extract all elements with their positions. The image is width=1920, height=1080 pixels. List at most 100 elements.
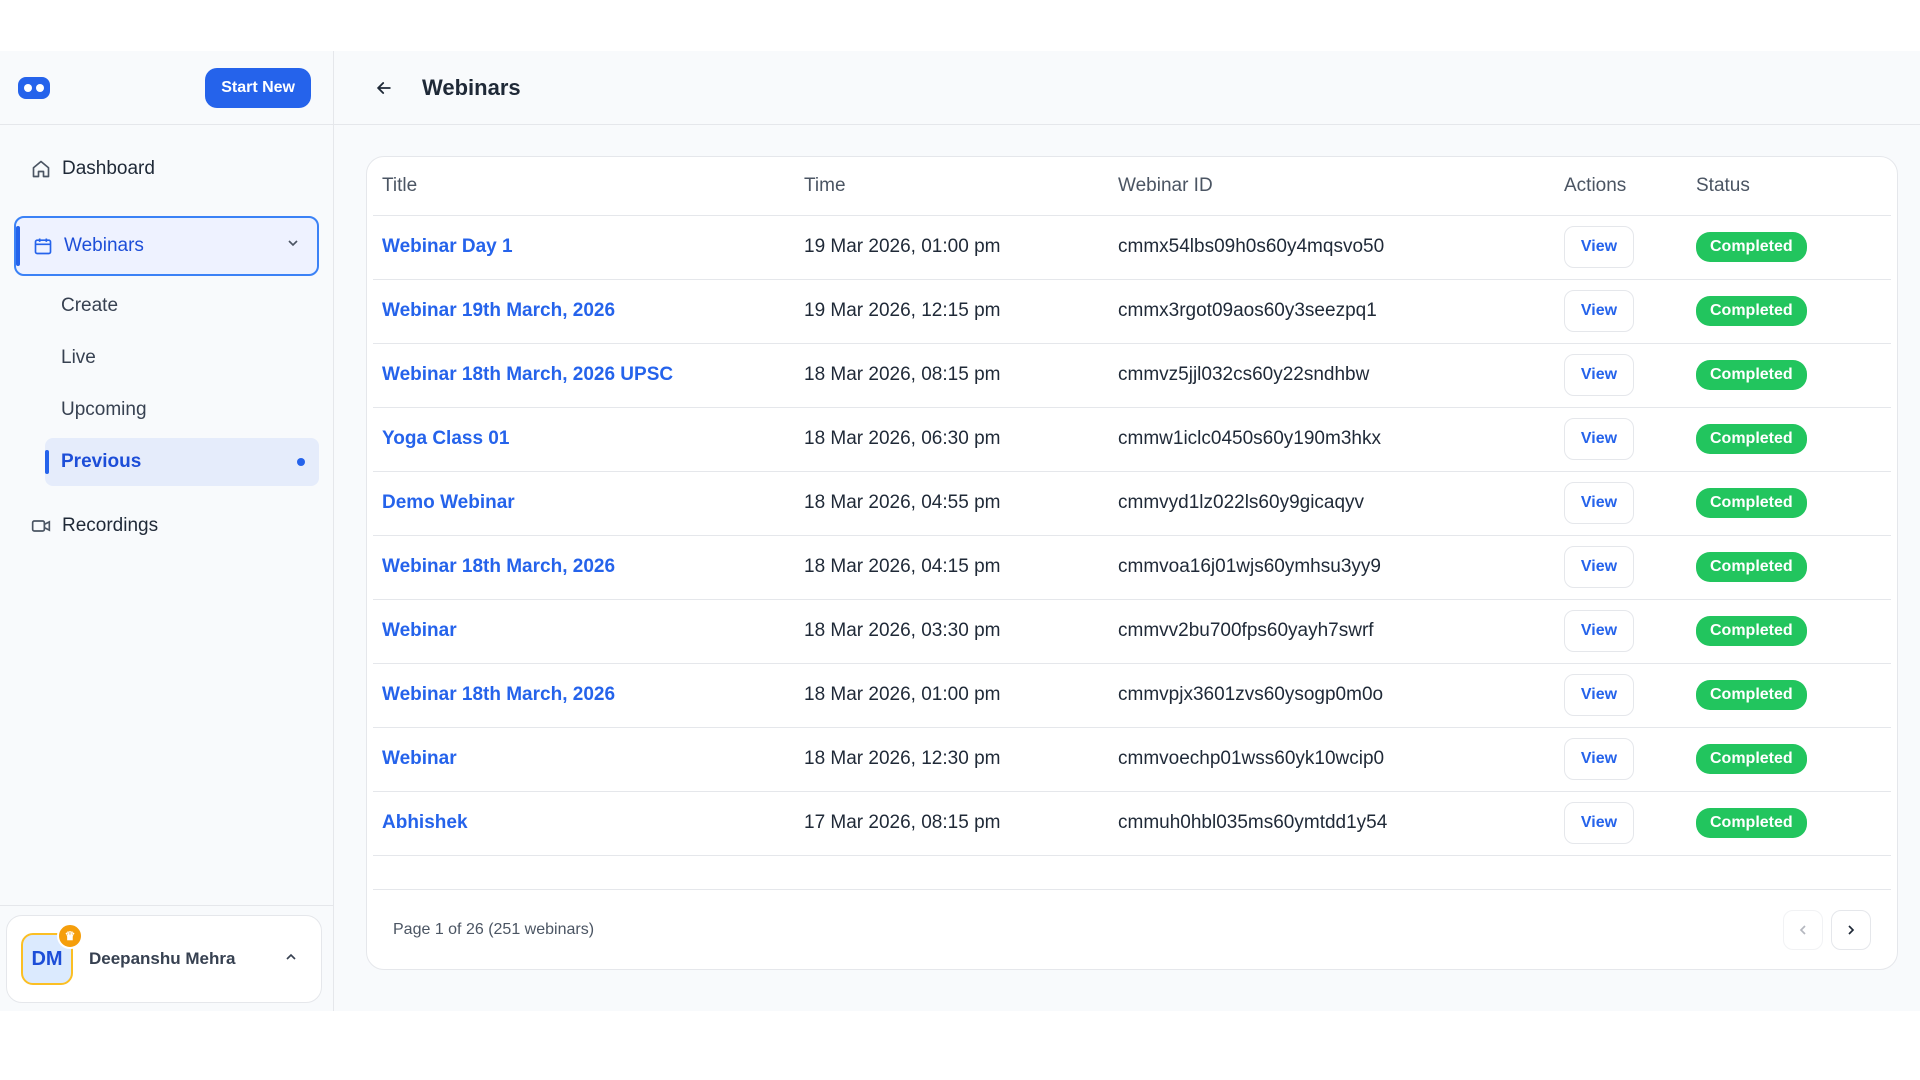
status-badge: Completed bbox=[1696, 232, 1807, 262]
view-button[interactable]: View bbox=[1564, 226, 1634, 268]
view-button[interactable]: View bbox=[1564, 738, 1634, 780]
table-row: Yoga Class 01 18 Mar 2026, 06:30 pm cmmw1i… bbox=[373, 407, 1891, 472]
row-status-cell: Completed bbox=[1696, 215, 1891, 280]
arrow-left-icon[interactable] bbox=[372, 76, 396, 100]
column-header-title[interactable]: Title bbox=[373, 157, 804, 216]
row-status-cell: Completed bbox=[1696, 791, 1891, 856]
status-badge: Completed bbox=[1696, 488, 1807, 518]
submenu-item-create[interactable]: Create bbox=[45, 280, 319, 332]
row-title-cell: Demo Webinar bbox=[373, 471, 804, 536]
row-title-cell: Abhishek bbox=[373, 791, 804, 856]
row-actions-cell: View bbox=[1564, 343, 1696, 408]
prev-page-button[interactable] bbox=[1783, 909, 1823, 950]
row-time-cell: 19 Mar 2026, 01:00 pm bbox=[804, 215, 1118, 280]
row-title-cell: Webinar 18th March, 2026 bbox=[373, 535, 804, 600]
calendar-icon bbox=[32, 235, 54, 257]
view-button[interactable]: View bbox=[1564, 546, 1634, 588]
app-window: Start New Dashboard Webinars Create Live… bbox=[0, 51, 1920, 1011]
user-name: Deepanshu Mehra bbox=[89, 949, 236, 968]
column-header-actions: Actions bbox=[1564, 157, 1696, 216]
row-webinar-id-cell: cmmvyd1lz022ls60y9gicaqyv bbox=[1118, 471, 1564, 536]
start-new-button[interactable]: Start New bbox=[205, 67, 311, 108]
divider bbox=[0, 905, 333, 906]
row-time-cell: 18 Mar 2026, 03:30 pm bbox=[804, 599, 1118, 664]
webinar-title-link[interactable]: Demo Webinar bbox=[382, 492, 515, 513]
webinar-title-link[interactable]: Webinar 18th March, 2026 bbox=[382, 684, 615, 705]
table-row: Webinar 18th March, 2026 18 Mar 2026, 01:… bbox=[373, 663, 1891, 728]
view-button[interactable]: View bbox=[1564, 610, 1634, 652]
table-row: Webinar 18th March, 2026 18 Mar 2026, 04:… bbox=[373, 535, 1891, 600]
active-indicator-dot bbox=[297, 458, 305, 466]
row-time-cell: 18 Mar 2026, 12:30 pm bbox=[804, 727, 1118, 792]
row-webinar-id-cell: cmmw1iclc0450s60y190m3hkx bbox=[1118, 407, 1564, 472]
sidebar-item-recordings[interactable]: Recordings bbox=[14, 502, 319, 550]
view-button[interactable]: View bbox=[1564, 482, 1634, 524]
table-footer: Page 1 of 26 (251 webinars) bbox=[373, 889, 1891, 969]
row-actions-cell: View bbox=[1564, 599, 1696, 664]
webinar-title-link[interactable]: Yoga Class 01 bbox=[382, 428, 509, 449]
row-time-cell: 18 Mar 2026, 01:00 pm bbox=[804, 663, 1118, 728]
sidebar-item-label: Recordings bbox=[62, 515, 159, 536]
webinar-title-link[interactable]: Abhishek bbox=[382, 812, 468, 833]
webinar-title-link[interactable]: Webinar bbox=[382, 748, 457, 769]
status-badge: Completed bbox=[1696, 680, 1807, 710]
table-row: Webinar 19th March, 2026 19 Mar 2026, 12:… bbox=[373, 279, 1891, 344]
user-profile-card[interactable]: DM ♛ Deepanshu Mehra bbox=[6, 915, 322, 1003]
webinar-title-link[interactable]: Webinar bbox=[382, 620, 457, 641]
webinar-title-link[interactable]: Webinar Day 1 bbox=[382, 236, 513, 257]
row-actions-cell: View bbox=[1564, 727, 1696, 792]
webinar-title-link[interactable]: Webinar 18th March, 2026 bbox=[382, 556, 615, 577]
row-webinar-id-cell: cmmvz5jjl032cs60y22sndhbw bbox=[1118, 343, 1564, 408]
next-page-button[interactable] bbox=[1831, 909, 1871, 950]
logo-icon[interactable] bbox=[18, 76, 50, 99]
row-time-cell: 18 Mar 2026, 08:15 pm bbox=[804, 343, 1118, 408]
webinars-table: Title Time Webinar ID Actions Status Web… bbox=[373, 157, 1891, 856]
main-content: Webinars Title Time Webinar ID Actions S… bbox=[334, 51, 1920, 1011]
webinar-title-link[interactable]: Webinar 19th March, 2026 bbox=[382, 300, 615, 321]
row-time-cell: 18 Mar 2026, 04:55 pm bbox=[804, 471, 1118, 536]
row-time-cell: 19 Mar 2026, 12:15 pm bbox=[804, 279, 1118, 344]
table-row: Webinar 18 Mar 2026, 03:30 pm cmmvv2bu700f… bbox=[373, 599, 1891, 664]
row-webinar-id-cell: cmmvoechp01wss60yk10wcip0 bbox=[1118, 727, 1564, 792]
sidebar-nav: Dashboard Webinars Create Live Upcoming … bbox=[0, 125, 333, 550]
sidebar-header: Start New bbox=[0, 51, 333, 125]
page-header: Webinars bbox=[334, 51, 1920, 125]
row-time-cell: 18 Mar 2026, 06:30 pm bbox=[804, 407, 1118, 472]
sidebar-item-webinars[interactable]: Webinars bbox=[14, 216, 319, 276]
submenu-item-previous[interactable]: Previous bbox=[45, 438, 319, 486]
column-header-status[interactable]: Status bbox=[1696, 157, 1891, 216]
view-button[interactable]: View bbox=[1564, 674, 1634, 716]
status-badge: Completed bbox=[1696, 552, 1807, 582]
sidebar-item-label: Dashboard bbox=[62, 158, 155, 179]
row-webinar-id-cell: cmmuh0hbl035ms60ymtdd1y54 bbox=[1118, 791, 1564, 856]
row-actions-cell: View bbox=[1564, 407, 1696, 472]
status-badge: Completed bbox=[1696, 296, 1807, 326]
table-header-row: Title Time Webinar ID Actions Status bbox=[373, 157, 1891, 216]
view-button[interactable]: View bbox=[1564, 802, 1634, 844]
row-status-cell: Completed bbox=[1696, 599, 1891, 664]
view-button[interactable]: View bbox=[1564, 290, 1634, 332]
video-icon bbox=[30, 515, 52, 537]
row-title-cell: Webinar 19th March, 2026 bbox=[373, 279, 804, 344]
sidebar: Start New Dashboard Webinars Create Live… bbox=[0, 51, 334, 1011]
row-webinar-id-cell: cmmvv2bu700fps60yayh7swrf bbox=[1118, 599, 1564, 664]
chevron-right-icon bbox=[1848, 924, 1855, 935]
chevron-up-icon[interactable] bbox=[283, 949, 299, 970]
row-status-cell: Completed bbox=[1696, 471, 1891, 536]
column-header-time[interactable]: Time bbox=[804, 157, 1118, 216]
chevron-down-icon[interactable] bbox=[285, 235, 301, 257]
submenu-item-upcoming[interactable]: Upcoming bbox=[45, 384, 319, 436]
page-title: Webinars bbox=[422, 74, 521, 100]
row-actions-cell: View bbox=[1564, 215, 1696, 280]
webinar-title-link[interactable]: Webinar 18th March, 2026 UPSC bbox=[382, 364, 673, 385]
submenu-item-live[interactable]: Live bbox=[45, 332, 319, 384]
column-header-webinar-id[interactable]: Webinar ID bbox=[1118, 157, 1564, 216]
status-badge: Completed bbox=[1696, 808, 1807, 838]
sidebar-item-dashboard[interactable]: Dashboard bbox=[14, 145, 319, 193]
submenu-item-label: Previous bbox=[61, 451, 142, 472]
view-button[interactable]: View bbox=[1564, 418, 1634, 460]
home-icon bbox=[30, 158, 52, 180]
view-button[interactable]: View bbox=[1564, 354, 1634, 396]
table-row: Webinar 18 Mar 2026, 12:30 pm cmmvoechp01w… bbox=[373, 727, 1891, 792]
row-status-cell: Completed bbox=[1696, 535, 1891, 600]
